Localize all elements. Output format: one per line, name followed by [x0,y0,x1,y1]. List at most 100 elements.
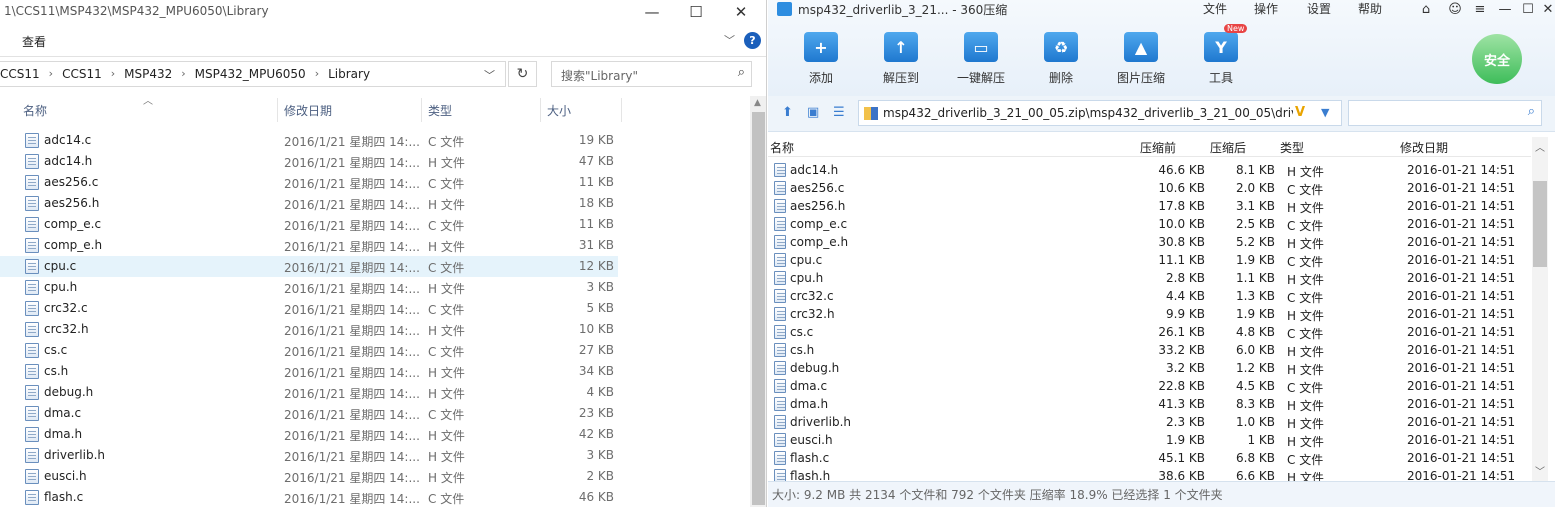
breadcrumb-item[interactable]: Library [328,67,370,81]
table-row[interactable]: flash.c 2016/1/21 星期四 14:... C 文件 46 KB [0,487,618,507]
close-button[interactable]: ✕ [723,0,759,24]
list-view-icon[interactable]: ☰ [833,105,845,120]
maximize-button[interactable]: ☐ [678,0,714,24]
table-row[interactable]: cpu.c 2016/1/21 星期四 14:... C 文件 12 KB [0,256,618,277]
minimize-button[interactable]: — [1494,0,1516,18]
table-row[interactable]: cs.h 2016/1/21 星期四 14:... H 文件 34 KB [0,361,618,382]
divider[interactable] [277,98,278,122]
file-date: 2016-01-21 14:51 [1407,289,1516,303]
table-row[interactable]: aes256.c 10.6 KB 2.0 KB C 文件 2016-01-21 14:5… [768,179,1531,197]
table-row[interactable]: comp_e.c 10.0 KB 2.5 KB C 文件 2016-01-21 14:5… [768,215,1531,233]
scroll-up-icon[interactable]: ︿ [1535,139,1545,154]
chevron-down-icon[interactable]: ▼ [1321,106,1329,119]
tools-button[interactable]: Y 工具 [1186,32,1256,86]
table-row[interactable]: adc14.c 2016/1/21 星期四 14:... C 文件 19 KB [0,130,618,151]
table-row[interactable]: crc32.h 9.9 KB 1.9 KB H 文件 2016-01-21 14:51 [768,305,1531,323]
table-row[interactable]: aes256.h 17.8 KB 3.1 KB H 文件 2016-01-21 14:5… [768,197,1531,215]
table-row[interactable]: cpu.h 2.8 KB 1.1 KB H 文件 2016-01-21 14:51 [768,269,1531,287]
chevron-down-icon[interactable]: ﹀ [484,67,495,83]
column-header-name[interactable]: 名称 [23,102,47,119]
column-header-type[interactable]: 类型 [1280,139,1304,156]
table-row[interactable]: dma.h 2016/1/21 星期四 14:... H 文件 42 KB [0,424,618,445]
add-button[interactable]: + 添加 [786,32,856,86]
table-row[interactable]: comp_e.c 2016/1/21 星期四 14:... C 文件 11 KB [0,214,618,235]
close-button[interactable]: ✕ [1541,0,1555,18]
scrollbar[interactable]: ▲ [750,96,766,507]
maximize-button[interactable]: ☐ [1517,0,1539,18]
table-row[interactable]: dma.c 22.8 KB 4.5 KB C 文件 2016-01-21 14:51 [768,377,1531,395]
table-row[interactable]: eusci.h 2016/1/21 星期四 14:... H 文件 2 KB [0,466,618,487]
minimize-button[interactable]: — [634,0,670,24]
search-input[interactable]: 搜索"Library" ⌕ [551,61,752,87]
help-icon[interactable]: ? [744,32,761,49]
archive-search-input[interactable]: ⌕ [1348,100,1542,126]
chevron-right-icon[interactable]: › [315,67,319,81]
column-header-type[interactable]: 类型 [428,102,452,119]
divider[interactable] [540,98,541,122]
delete-button[interactable]: ♻ 删除 [1026,32,1096,86]
archive-path-field[interactable]: msp432_driverlib_3_21_00_05.zip\msp432_d… [858,100,1342,126]
refresh-button[interactable]: ↻ [508,61,537,87]
thumbnail-view-icon[interactable]: ▣ [807,105,819,120]
table-row[interactable]: adc14.h 46.6 KB 8.1 KB H 文件 2016-01-21 14:51 [768,161,1531,179]
table-row[interactable]: aes256.c 2016/1/21 星期四 14:... C 文件 11 KB [0,172,618,193]
skin-icon[interactable]: ⌂ [1415,0,1437,18]
column-header-size[interactable]: 大小 [547,102,571,119]
menu-settings[interactable]: 设置 [1307,0,1331,17]
table-row[interactable]: cs.c 26.1 KB 4.8 KB C 文件 2016-01-21 14:51 [768,323,1531,341]
chevron-right-icon[interactable]: › [181,67,185,81]
one-click-extract-button[interactable]: ▭ 一键解压 [946,32,1016,86]
table-row[interactable]: cs.h 33.2 KB 6.0 KB H 文件 2016-01-21 14:51 [768,341,1531,359]
column-header-before[interactable]: 压缩前 [1140,139,1176,156]
table-row[interactable]: dma.h 41.3 KB 8.3 KB H 文件 2016-01-21 14:51 [768,395,1531,413]
scrollbar[interactable]: ︿ ﹀ [1532,137,1548,481]
column-header-name[interactable]: 名称 [770,139,794,156]
table-row[interactable]: crc32.h 2016/1/21 星期四 14:... H 文件 10 KB [0,319,618,340]
column-header-date[interactable]: 修改日期 [284,102,332,119]
chevron-right-icon[interactable]: › [111,67,115,81]
ribbon-expand-icon[interactable]: ﹀ [724,32,735,48]
table-row[interactable]: aes256.h 2016/1/21 星期四 14:... H 文件 18 KB [0,193,618,214]
breadcrumb-item[interactable]: CCS11 [0,67,40,81]
divider[interactable] [421,98,422,122]
scrollbar-thumb[interactable] [752,112,765,505]
menu-view[interactable]: 查看 [22,33,46,50]
table-row[interactable]: debug.h 3.2 KB 1.2 KB H 文件 2016-01-21 14:51 [768,359,1531,377]
table-row[interactable]: debug.h 2016/1/21 星期四 14:... H 文件 4 KB [0,382,618,403]
breadcrumb-item[interactable]: CCS11 [62,67,102,81]
menu-icon[interactable]: ≡ [1469,0,1491,18]
search-icon[interactable]: ⌕ [1528,104,1535,119]
menu-file[interactable]: 文件 [1203,0,1227,17]
table-row[interactable]: dma.c 2016/1/21 星期四 14:... C 文件 23 KB [0,403,618,424]
column-header-date[interactable]: 修改日期 [1400,139,1448,156]
table-row[interactable]: comp_e.h 30.8 KB 5.2 KB H 文件 2016-01-21 14:5… [768,233,1531,251]
table-row[interactable]: adc14.h 2016/1/21 星期四 14:... H 文件 47 KB [0,151,618,172]
chevron-right-icon[interactable]: › [49,67,53,81]
up-arrow-icon[interactable]: ⬆ [782,105,793,120]
menu-operation[interactable]: 操作 [1254,0,1278,17]
image-compress-button[interactable]: ▲ 图片压缩 [1106,32,1176,86]
scrollbar-thumb[interactable] [1533,181,1547,267]
table-row[interactable]: cs.c 2016/1/21 星期四 14:... C 文件 27 KB [0,340,618,361]
column-header-after[interactable]: 压缩后 [1210,139,1246,156]
breadcrumb-item[interactable]: MSP432_MPU6050 [195,67,306,81]
table-row[interactable]: flash.c 45.1 KB 6.8 KB C 文件 2016-01-21 14:51 [768,449,1531,467]
safe-shield-icon[interactable]: 安全 [1472,34,1522,84]
feedback-icon[interactable]: ☺ [1444,0,1466,18]
address-bar[interactable]: CCS11 › CCS11 › MSP432 › MSP432_MPU6050 › Librar… [0,61,506,87]
table-row[interactable]: driverlib.h 2016/1/21 星期四 14:... H 文件 3 KB [0,445,618,466]
table-row[interactable]: crc32.c 4.4 KB 1.3 KB C 文件 2016-01-21 14:51 [768,287,1531,305]
table-row[interactable]: comp_e.h 2016/1/21 星期四 14:... H 文件 31 KB [0,235,618,256]
scroll-down-icon[interactable]: ﹀ [1535,463,1545,478]
table-row[interactable]: cpu.h 2016/1/21 星期四 14:... H 文件 3 KB [0,277,618,298]
scroll-up-icon[interactable]: ▲ [754,98,761,108]
menu-help[interactable]: 帮助 [1358,0,1382,17]
table-row[interactable]: driverlib.h 2.3 KB 1.0 KB H 文件 2016-01-21 14… [768,413,1531,431]
breadcrumb-item[interactable]: MSP432 [124,67,172,81]
divider[interactable] [621,98,622,122]
extract-to-button[interactable]: ↑ 解压到 [866,32,936,86]
table-row[interactable]: crc32.c 2016/1/21 星期四 14:... C 文件 5 KB [0,298,618,319]
table-row[interactable]: eusci.h 1.9 KB 1 KB H 文件 2016-01-21 14:51 [768,431,1531,449]
table-row[interactable]: cpu.c 11.1 KB 1.9 KB C 文件 2016-01-21 14:51 [768,251,1531,269]
size-after: 1.3 KB [1236,289,1275,303]
